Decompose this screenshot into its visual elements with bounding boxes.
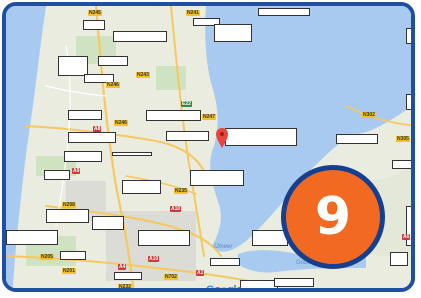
road-shield: A10 — [148, 256, 160, 262]
road-shield: E22 — [181, 101, 192, 107]
place-label — [214, 24, 252, 42]
road-shield: A9 — [72, 168, 81, 174]
road-shield: N246 — [114, 120, 128, 126]
place-label — [114, 272, 142, 280]
place-label — [146, 110, 201, 121]
google-letter: e — [236, 284, 243, 292]
road-shield: N235 — [174, 188, 188, 194]
place-label — [98, 56, 128, 66]
road-shield: N241 — [186, 10, 200, 16]
place-label — [44, 170, 70, 180]
road-shield: A6 — [402, 234, 411, 240]
place-label — [83, 20, 105, 30]
place-label — [210, 258, 240, 266]
place-label — [58, 56, 88, 76]
map-pin-icon[interactable] — [216, 128, 228, 148]
place-label — [392, 160, 411, 169]
google-logo: Google — [206, 284, 243, 292]
place-label — [406, 206, 411, 246]
road-shield: N302 — [362, 112, 376, 118]
road-shield: N246 — [106, 82, 120, 88]
road-shield: A1 — [196, 270, 205, 276]
place-label — [92, 216, 124, 230]
road-shield: N208 — [62, 202, 76, 208]
park — [156, 66, 186, 90]
place-label — [406, 94, 411, 110]
place-label — [6, 230, 58, 245]
place-label — [190, 170, 244, 186]
road-shield: N245 — [88, 10, 102, 16]
place-label — [68, 132, 116, 143]
place-label — [122, 180, 161, 194]
road-shield: A4 — [118, 264, 127, 270]
place-label — [274, 278, 314, 287]
place-label — [68, 110, 102, 120]
road-shield: N305 — [396, 136, 410, 142]
road-shield: A8 — [93, 126, 102, 132]
place-label — [138, 230, 190, 246]
place-label — [225, 128, 297, 146]
place-label — [406, 28, 411, 44]
place-label — [390, 252, 408, 266]
place-label — [166, 131, 209, 141]
place-label — [64, 151, 102, 162]
badge-number: 9 — [314, 187, 352, 247]
place-label — [112, 152, 152, 156]
number-badge: 9 — [281, 165, 385, 269]
place-label — [60, 251, 86, 260]
road-shield: N205 — [40, 254, 54, 260]
place-label — [336, 134, 378, 144]
road-shield: N247 — [202, 114, 216, 120]
place-label — [240, 280, 278, 288]
place-label — [258, 8, 310, 16]
road-shield: N243 — [136, 72, 150, 78]
road-shield: N702 — [164, 274, 178, 280]
road-shield: A10 — [170, 206, 182, 212]
place-label — [46, 209, 89, 223]
road-shield: N232 — [118, 284, 132, 290]
place-label — [113, 31, 167, 42]
water-label-ijmeer: IJmeer — [214, 244, 233, 250]
road-shield: N201 — [62, 268, 76, 274]
